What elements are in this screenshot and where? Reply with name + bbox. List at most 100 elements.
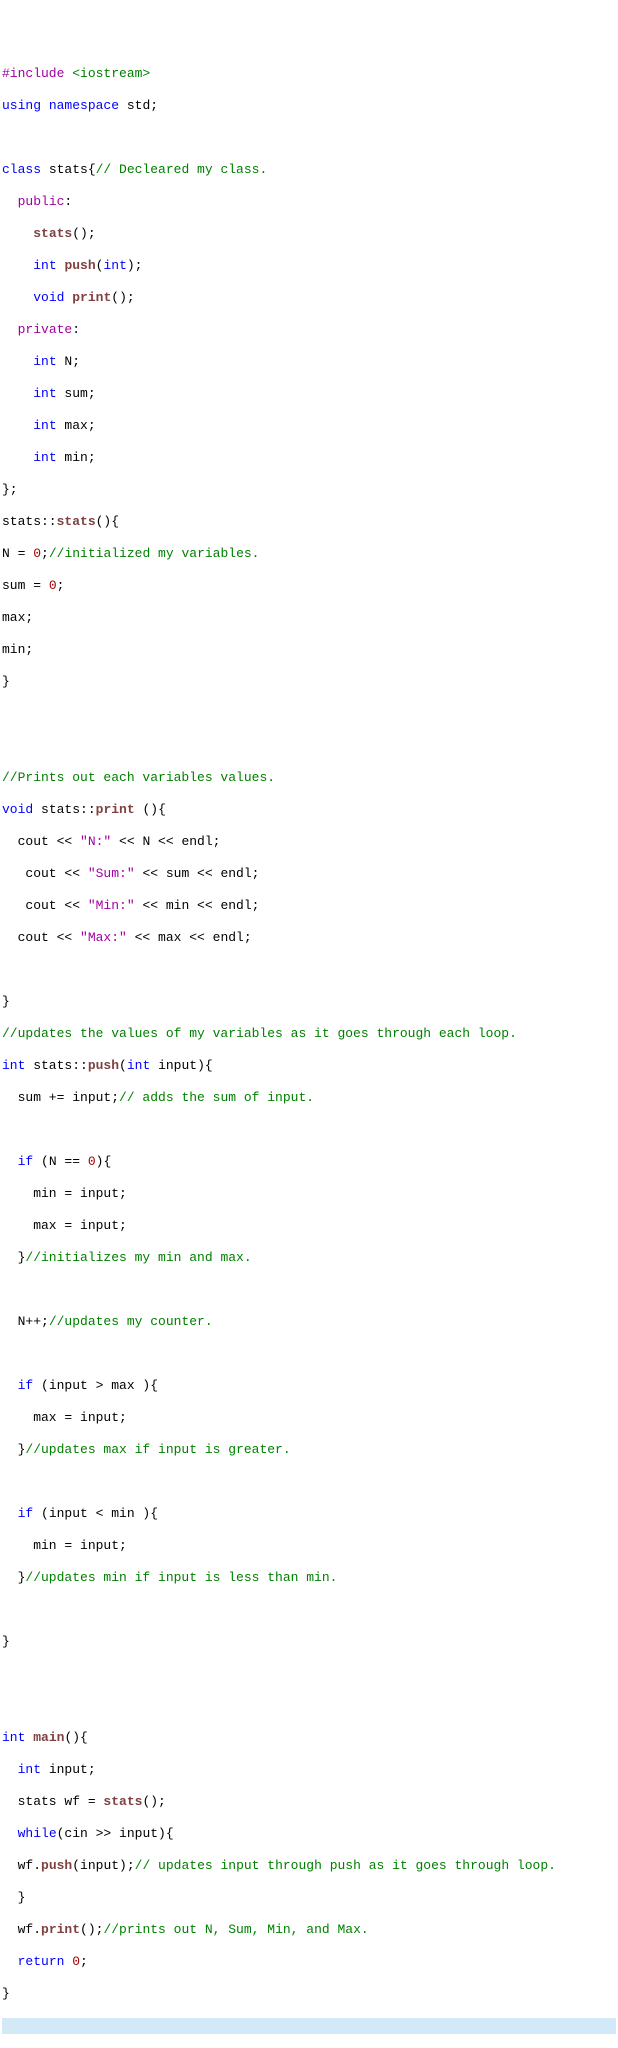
code-token: if — [18, 1506, 34, 1521]
code-line — [2, 130, 616, 146]
code-token: min; — [2, 642, 33, 657]
code-line: min; — [2, 642, 616, 658]
code-token: ){ — [96, 1154, 112, 1169]
code-token: cout << — [2, 898, 88, 913]
code-token — [2, 450, 33, 465]
code-line: sum += input;// adds the sum of input. — [2, 1090, 616, 1106]
code-block: #include <iostream> using namespace std;… — [2, 66, 616, 2034]
code-token: ); — [127, 258, 143, 273]
code-token: min; — [57, 450, 96, 465]
code-token: int — [33, 418, 56, 433]
code-token: //initialized my variables. — [49, 546, 260, 561]
code-line: stats(); — [2, 226, 616, 242]
code-line — [2, 706, 616, 722]
code-token: ; — [41, 546, 49, 561]
code-token: cout << — [2, 866, 88, 881]
code-token — [2, 1954, 18, 1969]
code-token: //Prints out each variables values. — [2, 770, 275, 785]
code-line: }; — [2, 482, 616, 498]
code-line: stats::stats(){ — [2, 514, 616, 530]
code-token: "Min:" — [88, 898, 135, 913]
code-token: (){ — [64, 1730, 87, 1745]
code-token: stats:: — [2, 514, 57, 529]
code-token: stats — [33, 226, 72, 241]
code-token: private — [18, 322, 73, 337]
code-token: max; — [2, 610, 33, 625]
code-token: } — [2, 1250, 25, 1265]
code-line: int main(){ — [2, 1730, 616, 1746]
code-line: int push(int); — [2, 258, 616, 274]
code-line: }//initializes my min and max. — [2, 1250, 616, 1266]
code-line — [2, 1282, 616, 1298]
code-line — [2, 1122, 616, 1138]
code-token — [2, 354, 33, 369]
code-token: stats:: — [25, 1058, 87, 1073]
code-token: ; — [57, 578, 65, 593]
code-token: stats{ — [41, 162, 96, 177]
code-line: int stats::push(int input){ — [2, 1058, 616, 1074]
code-line: wf.push(input);// updates input through … — [2, 1858, 616, 1874]
code-line: } — [2, 1986, 616, 2002]
code-line: } — [2, 1634, 616, 1650]
code-token: : — [64, 194, 72, 209]
code-token: //updates min if input is less than min. — [25, 1570, 337, 1585]
code-token: print — [41, 1922, 80, 1937]
code-line: stats wf = stats(); — [2, 1794, 616, 1810]
code-token: <iostream> — [72, 66, 150, 81]
code-token — [2, 1154, 18, 1169]
code-line: } — [2, 1890, 616, 1906]
code-token: int — [33, 258, 56, 273]
code-token — [2, 1378, 18, 1393]
code-token: max = input; — [2, 1410, 127, 1425]
code-token: return — [18, 1954, 65, 1969]
code-token: std; — [119, 98, 158, 113]
code-line — [2, 738, 616, 754]
code-token: int — [103, 258, 126, 273]
code-token: int — [18, 1762, 41, 1777]
code-token — [2, 322, 18, 337]
code-token: cout << — [2, 930, 80, 945]
code-token: public — [18, 194, 65, 209]
code-line: void stats::print (){ — [2, 802, 616, 818]
code-line: while(cin >> input){ — [2, 1826, 616, 1842]
code-line: int min; — [2, 450, 616, 466]
code-token: //updates max if input is greater. — [25, 1442, 290, 1457]
code-token: wf. — [2, 1858, 41, 1873]
code-token: << N << endl; — [111, 834, 220, 849]
code-token: wf. — [2, 1922, 41, 1937]
code-token: //updates my counter. — [49, 1314, 213, 1329]
code-token: 0 — [72, 1954, 80, 1969]
code-line: } — [2, 674, 616, 690]
code-token — [2, 226, 33, 241]
code-token: max; — [57, 418, 96, 433]
code-token: stats — [103, 1794, 142, 1809]
code-token: class — [2, 162, 41, 177]
code-token: (); — [72, 226, 95, 241]
code-token: "Sum:" — [88, 866, 135, 881]
code-line: max = input; — [2, 1218, 616, 1234]
code-token: (input < min ){ — [33, 1506, 158, 1521]
code-token: max = input; — [2, 1218, 127, 1233]
code-line — [2, 1474, 616, 1490]
code-line: int input; — [2, 1762, 616, 1778]
code-token: ; — [80, 1954, 88, 1969]
code-token: } — [2, 994, 10, 1009]
code-token: "Max:" — [80, 930, 127, 945]
code-line — [2, 1698, 616, 1714]
code-token: if — [18, 1154, 34, 1169]
code-line: void print(); — [2, 290, 616, 306]
code-line: class stats{// Decleared my class. — [2, 162, 616, 178]
code-token: N; — [57, 354, 80, 369]
code-line: if (input > max ){ — [2, 1378, 616, 1394]
code-line — [2, 1346, 616, 1362]
code-token: int — [33, 450, 56, 465]
code-token: sum = — [2, 578, 49, 593]
code-line: sum = 0; — [2, 578, 616, 594]
code-line: }//updates max if input is greater. — [2, 1442, 616, 1458]
code-token: int — [33, 386, 56, 401]
code-line: int max; — [2, 418, 616, 434]
code-line: }//updates min if input is less than min… — [2, 1570, 616, 1586]
code-token: 0 — [88, 1154, 96, 1169]
code-token: // adds the sum of input. — [119, 1090, 314, 1105]
code-token: input; — [41, 1762, 96, 1777]
